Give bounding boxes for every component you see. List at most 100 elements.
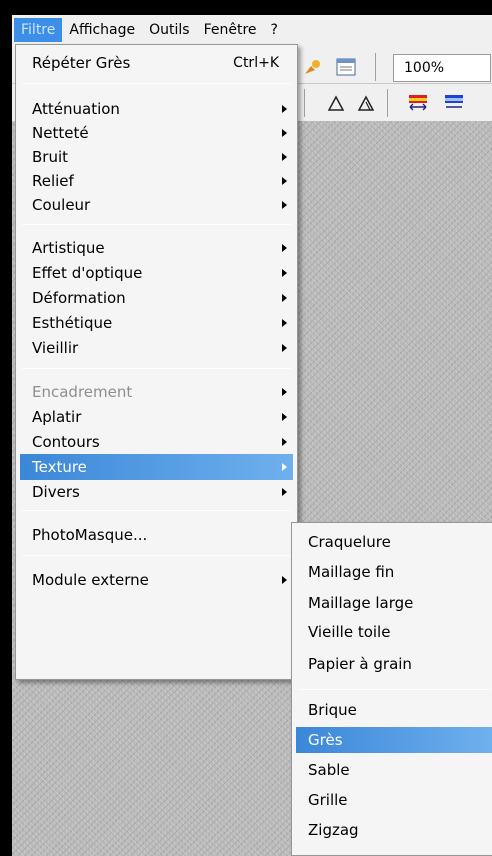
menu-item-couleur[interactable]: Couleur <box>20 192 293 218</box>
menu-item-label: Artistique <box>32 239 105 257</box>
submenu-item-brique[interactable]: Brique <box>296 697 492 723</box>
submenu-arrow-icon <box>282 269 287 277</box>
brush-icon[interactable] <box>300 55 324 79</box>
menu-item-label: Relief <box>32 172 74 190</box>
menu-item-photomasque[interactable]: PhotoMasque... <box>20 522 293 548</box>
menu-item-aplatir[interactable]: Aplatir <box>20 404 293 430</box>
menu-separator <box>22 368 291 369</box>
submenu-arrow-icon <box>282 153 287 161</box>
frame-top-edge <box>0 0 492 15</box>
menu-item-label: Aplatir <box>32 408 82 426</box>
toolbar-separator-3 <box>387 89 388 117</box>
menu-item-bruit[interactable]: Bruit <box>20 144 293 170</box>
submenu-arrow-icon <box>282 463 287 471</box>
submenu-item-craquelure[interactable]: Craquelure <box>296 529 492 555</box>
submenu-arrow-icon <box>282 201 287 209</box>
texture-submenu: Craquelure Maillage fin Maillage large V… <box>291 522 492 856</box>
menu-item-label: Sable <box>308 761 350 779</box>
menu-item-label: Atténuation <box>32 100 120 118</box>
window-icon[interactable] <box>334 55 358 79</box>
menubar: Filtre Affichage Outils Fenêtre ? <box>12 15 492 45</box>
menu-item-label: PhotoMasque... <box>32 526 148 544</box>
menu-item-label: Zigzag <box>308 821 359 839</box>
submenu-arrow-icon <box>282 105 287 113</box>
color-fill-icon[interactable] <box>440 92 468 116</box>
menubar-item-fenetre[interactable]: Fenêtre <box>197 18 264 42</box>
menu-separator <box>22 224 291 225</box>
submenu-item-papier-grain[interactable]: Papier à grain <box>296 651 492 677</box>
submenu-arrow-icon <box>282 388 287 396</box>
menu-item-label: Grille <box>308 791 348 809</box>
menu-item-label: Maillage large <box>308 594 414 612</box>
menu-item-label: Netteté <box>32 124 89 142</box>
menu-item-label: Effet d'optique <box>32 264 143 282</box>
submenu-arrow-icon <box>282 438 287 446</box>
submenu-item-sable[interactable]: Sable <box>296 757 492 783</box>
menu-item-divers[interactable]: Divers <box>20 479 293 505</box>
color-swap-icon[interactable] <box>404 92 432 116</box>
menu-item-deformation[interactable]: Déformation <box>20 285 293 311</box>
menu-item-effet-optique[interactable]: Effet d'optique <box>20 260 293 286</box>
submenu-item-grille[interactable]: Grille <box>296 787 492 813</box>
menu-item-label: Couleur <box>32 196 91 214</box>
menu-item-label: Vieillir <box>32 339 79 357</box>
menu-item-nettete[interactable]: Netteté <box>20 120 293 146</box>
menu-item-label: Divers <box>32 483 80 501</box>
submenu-arrow-icon <box>282 488 287 496</box>
submenu-item-vieille-toile[interactable]: Vieille toile <box>296 619 492 645</box>
menu-item-label: Vieille toile <box>308 623 391 641</box>
menu-separator <box>298 689 490 690</box>
zoom-field[interactable]: 100% <box>393 54 491 82</box>
toolbar-separator-2 <box>304 89 305 117</box>
submenu-arrow-icon <box>282 576 287 584</box>
menu-separator <box>22 83 291 84</box>
submenu-arrow-icon <box>282 129 287 137</box>
menu-item-label: Brique <box>308 701 357 719</box>
submenu-item-zigzag[interactable]: Zigzag <box>296 817 492 843</box>
menu-item-label: Esthétique <box>32 314 113 332</box>
app-window: Filtre Affichage Outils Fenêtre ? 100% R… <box>0 0 492 856</box>
menu-item-texture[interactable]: Texture <box>20 454 293 480</box>
menu-item-label: Répéter Grès <box>32 54 131 72</box>
toolbar-separator <box>375 53 376 81</box>
menu-item-repeat-filter[interactable]: Répéter Grès Ctrl+K <box>20 50 293 76</box>
menubar-item-affichage[interactable]: Affichage <box>62 18 142 42</box>
menu-item-label: Contours <box>32 433 100 451</box>
frame-left-edge <box>0 0 12 856</box>
menu-item-label: Maillage fin <box>308 563 395 581</box>
menu-item-label: Texture <box>32 458 87 476</box>
submenu-arrow-icon <box>282 294 287 302</box>
submenu-item-maillage-large[interactable]: Maillage large <box>296 590 492 616</box>
menu-item-label: Craquelure <box>308 533 391 551</box>
menu-separator <box>22 555 291 556</box>
menubar-item-filtre[interactable]: Filtre <box>14 18 63 42</box>
menu-item-label: Papier à grain <box>308 655 412 673</box>
menu-item-label: Module externe <box>32 571 149 589</box>
submenu-arrow-icon <box>282 177 287 185</box>
menu-item-vieillir[interactable]: Vieillir <box>20 335 293 361</box>
menu-item-label: Bruit <box>32 148 69 166</box>
menu-item-shortcut: Ctrl+K <box>233 55 279 71</box>
menu-item-module-externe[interactable]: Module externe <box>20 567 293 593</box>
submenu-arrow-icon <box>282 244 287 252</box>
menubar-item-outils[interactable]: Outils <box>142 18 196 42</box>
submenu-arrow-icon <box>282 344 287 352</box>
filtre-menu: Répéter Grès Ctrl+K Atténuation Netteté … <box>15 44 298 680</box>
menu-item-label: Grès <box>308 731 343 749</box>
menu-item-esthetique[interactable]: Esthétique <box>20 310 293 336</box>
triangle-outline-icon[interactable] <box>324 92 348 116</box>
menu-item-label: Déformation <box>32 289 126 307</box>
menu-item-attenuation[interactable]: Atténuation <box>20 96 293 122</box>
triangle-double-icon[interactable] <box>354 92 378 116</box>
menu-item-encadrement[interactable]: Encadrement <box>20 379 293 405</box>
menu-item-artistique[interactable]: Artistique <box>20 235 293 261</box>
submenu-item-maillage-fin[interactable]: Maillage fin <box>296 559 492 585</box>
submenu-item-gres[interactable]: Grès <box>296 727 492 753</box>
menu-item-contours[interactable]: Contours <box>20 429 293 455</box>
menubar-item-help[interactable]: ? <box>264 18 285 42</box>
submenu-arrow-icon <box>282 413 287 421</box>
menu-item-relief[interactable]: Relief <box>20 168 293 194</box>
menu-separator <box>22 510 291 511</box>
submenu-arrow-icon <box>282 319 287 327</box>
menu-item-label: Encadrement <box>32 383 133 401</box>
